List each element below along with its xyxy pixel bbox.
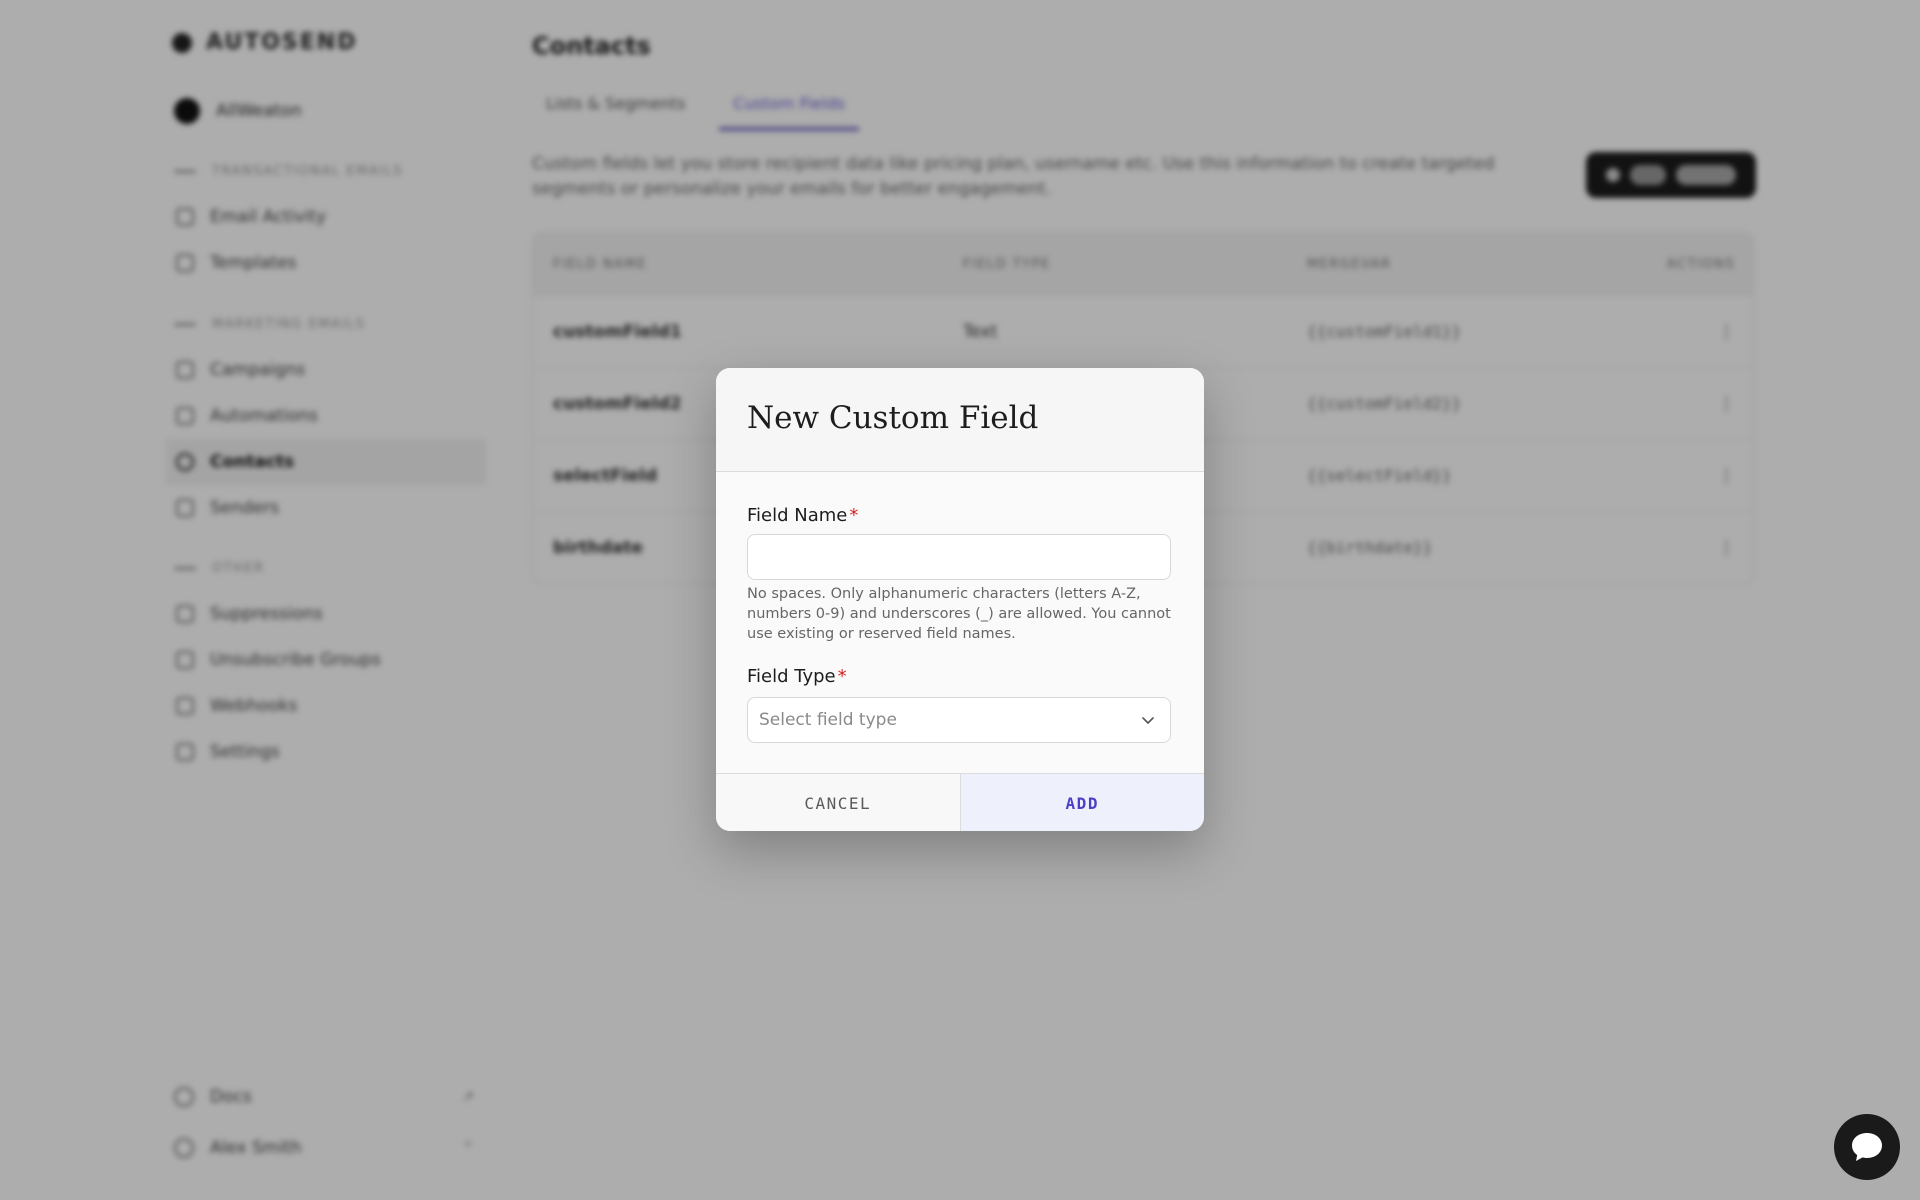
dialog-footer: CANCEL ADD — [716, 773, 1204, 831]
field-type-placeholder: Select field type — [759, 710, 897, 730]
chat-support-button[interactable] — [1834, 1114, 1900, 1180]
required-marker: * — [837, 666, 847, 687]
add-button[interactable]: ADD — [960, 774, 1204, 831]
new-custom-field-dialog: New Custom Field Field Name * No spaces. … — [716, 368, 1204, 831]
field-name-label: Field Name * — [747, 505, 859, 526]
dialog-title: New Custom Field — [747, 400, 1039, 436]
chat-bubble-icon — [1852, 1133, 1882, 1161]
field-name-help-text: No spaces. Only alphanumeric characters … — [747, 586, 1171, 642]
dialog-header: New Custom Field — [716, 368, 1204, 472]
chevron-down-icon — [1142, 717, 1154, 724]
cancel-button[interactable]: CANCEL — [716, 774, 961, 831]
field-name-input[interactable] — [747, 534, 1171, 580]
required-marker: * — [849, 505, 859, 526]
field-type-select[interactable]: Select field type — [747, 697, 1171, 743]
field-type-label: Field Type * — [747, 666, 847, 687]
